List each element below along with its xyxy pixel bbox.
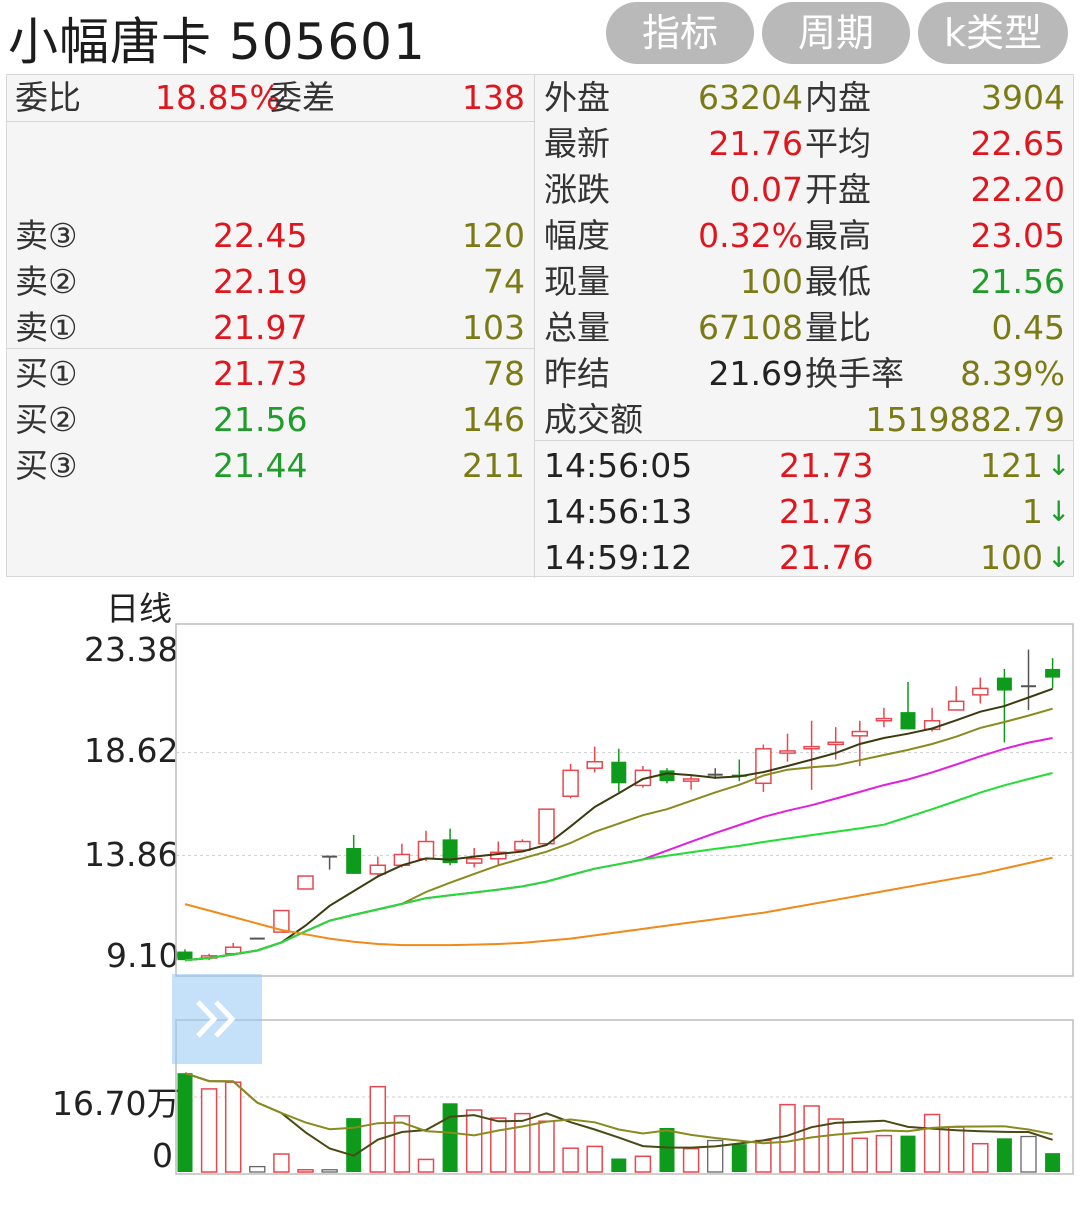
candle-body	[779, 750, 796, 754]
candle-body	[900, 712, 916, 730]
volume-bar	[417, 1158, 435, 1173]
candle-body	[514, 840, 531, 851]
volume-bar	[586, 1145, 603, 1173]
volume-bar	[634, 1155, 652, 1173]
volume-bar	[490, 1117, 507, 1173]
volume-bar	[923, 1113, 941, 1173]
candle-body	[682, 778, 700, 782]
candle-body	[996, 677, 1012, 691]
volume-bar	[996, 1138, 1012, 1172]
ma60-line	[184, 856, 1053, 947]
volume-bar	[659, 1127, 675, 1172]
volume-bar	[249, 1165, 266, 1173]
candle-body	[369, 864, 387, 875]
volume-bar	[611, 1158, 627, 1172]
volume-bar	[1045, 1153, 1061, 1172]
candle-body	[538, 808, 555, 845]
volume-bar	[273, 1153, 290, 1173]
candle-body	[851, 730, 869, 737]
candle-body	[465, 858, 483, 864]
volume-bar	[755, 1139, 772, 1173]
candle-body	[297, 875, 314, 890]
candle-body	[972, 687, 989, 696]
candle-body	[346, 848, 362, 874]
candle-body	[586, 760, 603, 769]
volume-bar	[321, 1169, 338, 1173]
volume-bar	[779, 1103, 796, 1173]
candle-body	[875, 717, 893, 722]
volume-bar	[465, 1109, 483, 1173]
price-frame	[175, 623, 1074, 977]
candle-body	[947, 700, 965, 711]
volume-bar	[538, 1120, 555, 1173]
volume-bar	[562, 1147, 579, 1173]
volume-bar	[1020, 1135, 1037, 1173]
volume-ma5-line	[184, 1072, 1053, 1157]
volume-bar	[731, 1144, 747, 1172]
volume-bar	[297, 1169, 314, 1173]
volume-bar	[900, 1135, 916, 1172]
volume-ma10-line	[184, 1072, 1053, 1145]
candle-body	[1045, 668, 1061, 678]
volume-bar	[224, 1081, 242, 1173]
volume-bar	[514, 1112, 531, 1173]
volume-bar	[369, 1085, 387, 1173]
volume-bar	[972, 1142, 989, 1173]
candle-body	[659, 770, 675, 782]
ma10-line	[184, 707, 1053, 962]
candlestick-chart[interactable]	[0, 0, 1080, 1208]
volume-bar	[827, 1118, 844, 1173]
volume-bar	[177, 1073, 193, 1172]
volume-bar	[851, 1137, 869, 1173]
candle-body	[803, 745, 820, 750]
expand-panel-button[interactable]	[172, 974, 262, 1064]
volume-bar	[200, 1088, 218, 1173]
volume-bar	[947, 1126, 965, 1173]
candle-body	[562, 769, 579, 797]
candle-body	[611, 761, 627, 784]
volume-bar	[442, 1103, 458, 1172]
candle-body	[827, 741, 844, 746]
double-chevron-right-icon	[196, 1000, 236, 1038]
candle-body	[417, 840, 435, 860]
volume-bar	[682, 1147, 700, 1173]
volume-bar	[875, 1134, 893, 1173]
